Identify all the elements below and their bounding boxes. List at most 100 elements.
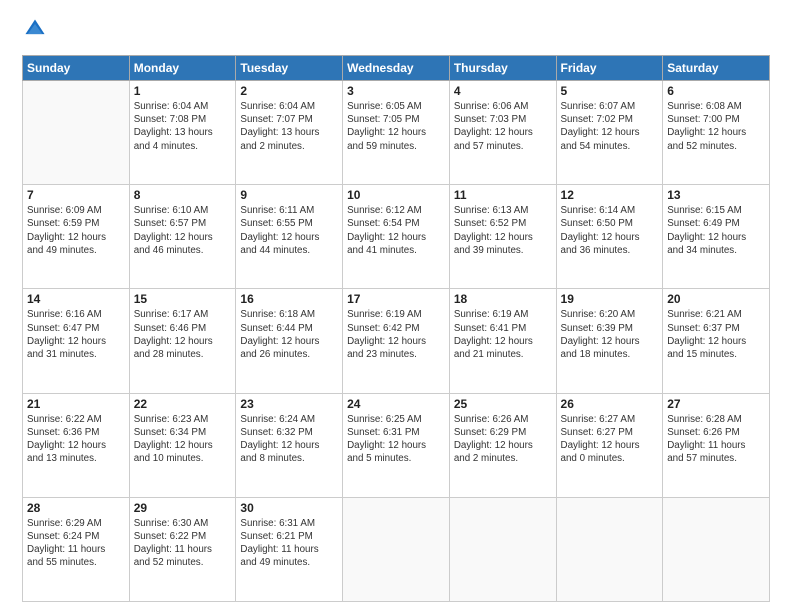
day-info: Sunrise: 6:31 AM Sunset: 6:21 PM Dayligh… bbox=[240, 517, 338, 570]
day-number: 15 bbox=[134, 292, 232, 306]
calendar-header-row: Sunday Monday Tuesday Wednesday Thursday… bbox=[23, 56, 770, 81]
day-number: 3 bbox=[347, 84, 445, 98]
table-cell: 13 Sunrise: 6:15 AM Sunset: 6:49 PM Dayli… bbox=[663, 185, 770, 289]
table-cell: 20 Sunrise: 6:21 AM Sunset: 6:37 PM Dayli… bbox=[663, 289, 770, 393]
day-number: 22 bbox=[134, 397, 232, 411]
table-cell: 25Sunrise: 6:26 AM Sunset: 6:29 PM Dayli… bbox=[449, 393, 556, 497]
table-cell: 11 Sunrise: 6:13 AM Sunset: 6:52 PM Dayli… bbox=[449, 185, 556, 289]
day-number: 6 bbox=[667, 84, 765, 98]
day-info: Sunrise: 6:12 AM Sunset: 6:54 PM Dayligh… bbox=[347, 204, 445, 257]
day-number: 29 bbox=[134, 501, 232, 515]
day-number: 1 bbox=[134, 84, 232, 98]
day-info: Sunrise: 6:20 AM Sunset: 6:39 PM Dayligh… bbox=[561, 308, 659, 361]
day-number: 28 bbox=[27, 501, 125, 515]
day-info: Sunrise: 6:19 AM Sunset: 6:41 PM Dayligh… bbox=[454, 308, 552, 361]
day-number: 23 bbox=[240, 397, 338, 411]
day-number: 9 bbox=[240, 188, 338, 202]
table-cell: 30 Sunrise: 6:31 AM Sunset: 6:21 PM Dayli… bbox=[236, 497, 343, 601]
day-number: 14 bbox=[27, 292, 125, 306]
table-cell: 8 Sunrise: 6:10 AM Sunset: 6:57 PM Daylig… bbox=[129, 185, 236, 289]
day-number: 5 bbox=[561, 84, 659, 98]
table-cell: 6 Sunrise: 6:08 AM Sunset: 7:00 PM Daylig… bbox=[663, 81, 770, 185]
table-cell bbox=[663, 497, 770, 601]
day-info: Sunrise: 6:10 AM Sunset: 6:57 PM Dayligh… bbox=[134, 204, 232, 257]
day-info: Sunrise: 6:28 AM Sunset: 6:26 PM Dayligh… bbox=[667, 413, 765, 466]
table-cell: 12 Sunrise: 6:14 AM Sunset: 6:50 PM Dayli… bbox=[556, 185, 663, 289]
page: Sunday Monday Tuesday Wednesday Thursday… bbox=[0, 0, 792, 612]
day-info: Sunrise: 6:13 AM Sunset: 6:52 PM Dayligh… bbox=[454, 204, 552, 257]
table-cell: 2 Sunrise: 6:04 AM Sunset: 7:07 PM Daylig… bbox=[236, 81, 343, 185]
col-sunday: Sunday bbox=[23, 56, 130, 81]
day-info: Sunrise: 6:17 AM Sunset: 6:46 PM Dayligh… bbox=[134, 308, 232, 361]
day-info: Sunrise: 6:22 AM Sunset: 6:36 PM Dayligh… bbox=[27, 413, 125, 466]
day-info: Sunrise: 6:29 AM Sunset: 6:24 PM Dayligh… bbox=[27, 517, 125, 570]
day-info: Sunrise: 6:07 AM Sunset: 7:02 PM Dayligh… bbox=[561, 100, 659, 153]
day-number: 12 bbox=[561, 188, 659, 202]
day-info: Sunrise: 6:09 AM Sunset: 6:59 PM Dayligh… bbox=[27, 204, 125, 257]
col-saturday: Saturday bbox=[663, 56, 770, 81]
calendar-week-row: 1 Sunrise: 6:04 AM Sunset: 7:08 PM Daylig… bbox=[23, 81, 770, 185]
table-cell: 10 Sunrise: 6:12 AM Sunset: 6:54 PM Dayli… bbox=[343, 185, 450, 289]
day-number: 7 bbox=[27, 188, 125, 202]
day-info: Sunrise: 6:04 AM Sunset: 7:08 PM Dayligh… bbox=[134, 100, 232, 153]
col-friday: Friday bbox=[556, 56, 663, 81]
day-info: Sunrise: 6:18 AM Sunset: 6:44 PM Dayligh… bbox=[240, 308, 338, 361]
table-cell bbox=[23, 81, 130, 185]
table-cell bbox=[343, 497, 450, 601]
day-info: Sunrise: 6:16 AM Sunset: 6:47 PM Dayligh… bbox=[27, 308, 125, 361]
table-cell: 21Sunrise: 6:22 AM Sunset: 6:36 PM Dayli… bbox=[23, 393, 130, 497]
table-cell: 24 Sunrise: 6:25 AM Sunset: 6:31 PM Dayli… bbox=[343, 393, 450, 497]
day-number: 2 bbox=[240, 84, 338, 98]
table-cell bbox=[556, 497, 663, 601]
day-number: 19 bbox=[561, 292, 659, 306]
day-number: 13 bbox=[667, 188, 765, 202]
table-cell: 29Sunrise: 6:30 AM Sunset: 6:22 PM Dayli… bbox=[129, 497, 236, 601]
day-info: Sunrise: 6:24 AM Sunset: 6:32 PM Dayligh… bbox=[240, 413, 338, 466]
table-cell: 3Sunrise: 6:05 AM Sunset: 7:05 PM Daylig… bbox=[343, 81, 450, 185]
day-info: Sunrise: 6:14 AM Sunset: 6:50 PM Dayligh… bbox=[561, 204, 659, 257]
day-info: Sunrise: 6:19 AM Sunset: 6:42 PM Dayligh… bbox=[347, 308, 445, 361]
day-number: 17 bbox=[347, 292, 445, 306]
calendar-week-row: 7 Sunrise: 6:09 AM Sunset: 6:59 PM Daylig… bbox=[23, 185, 770, 289]
day-info: Sunrise: 6:06 AM Sunset: 7:03 PM Dayligh… bbox=[454, 100, 552, 153]
day-info: Sunrise: 6:25 AM Sunset: 6:31 PM Dayligh… bbox=[347, 413, 445, 466]
col-wednesday: Wednesday bbox=[343, 56, 450, 81]
day-info: Sunrise: 6:15 AM Sunset: 6:49 PM Dayligh… bbox=[667, 204, 765, 257]
day-number: 30 bbox=[240, 501, 338, 515]
calendar-table: Sunday Monday Tuesday Wednesday Thursday… bbox=[22, 55, 770, 602]
day-info: Sunrise: 6:26 AM Sunset: 6:29 PM Dayligh… bbox=[454, 413, 552, 466]
day-number: 24 bbox=[347, 397, 445, 411]
table-cell: 4Sunrise: 6:06 AM Sunset: 7:03 PM Daylig… bbox=[449, 81, 556, 185]
table-cell: 18 Sunrise: 6:19 AM Sunset: 6:41 PM Dayli… bbox=[449, 289, 556, 393]
day-number: 8 bbox=[134, 188, 232, 202]
day-info: Sunrise: 6:21 AM Sunset: 6:37 PM Dayligh… bbox=[667, 308, 765, 361]
logo-icon bbox=[24, 18, 46, 40]
day-number: 11 bbox=[454, 188, 552, 202]
col-thursday: Thursday bbox=[449, 56, 556, 81]
table-cell: 27Sunrise: 6:28 AM Sunset: 6:26 PM Dayli… bbox=[663, 393, 770, 497]
day-info: Sunrise: 6:08 AM Sunset: 7:00 PM Dayligh… bbox=[667, 100, 765, 153]
table-cell: 17 Sunrise: 6:19 AM Sunset: 6:42 PM Dayli… bbox=[343, 289, 450, 393]
day-number: 26 bbox=[561, 397, 659, 411]
col-monday: Monday bbox=[129, 56, 236, 81]
table-cell: 16 Sunrise: 6:18 AM Sunset: 6:44 PM Dayli… bbox=[236, 289, 343, 393]
table-cell: 15 Sunrise: 6:17 AM Sunset: 6:46 PM Dayli… bbox=[129, 289, 236, 393]
day-number: 18 bbox=[454, 292, 552, 306]
table-cell: 14 Sunrise: 6:16 AM Sunset: 6:47 PM Dayli… bbox=[23, 289, 130, 393]
calendar-week-row: 21Sunrise: 6:22 AM Sunset: 6:36 PM Dayli… bbox=[23, 393, 770, 497]
calendar-week-row: 28 Sunrise: 6:29 AM Sunset: 6:24 PM Dayli… bbox=[23, 497, 770, 601]
table-cell: 7 Sunrise: 6:09 AM Sunset: 6:59 PM Daylig… bbox=[23, 185, 130, 289]
table-cell bbox=[449, 497, 556, 601]
table-cell: 1 Sunrise: 6:04 AM Sunset: 7:08 PM Daylig… bbox=[129, 81, 236, 185]
day-info: Sunrise: 6:27 AM Sunset: 6:27 PM Dayligh… bbox=[561, 413, 659, 466]
table-cell: 5 Sunrise: 6:07 AM Sunset: 7:02 PM Daylig… bbox=[556, 81, 663, 185]
day-number: 10 bbox=[347, 188, 445, 202]
day-info: Sunrise: 6:23 AM Sunset: 6:34 PM Dayligh… bbox=[134, 413, 232, 466]
day-info: Sunrise: 6:04 AM Sunset: 7:07 PM Dayligh… bbox=[240, 100, 338, 153]
logo bbox=[22, 18, 46, 45]
table-cell: 23 Sunrise: 6:24 AM Sunset: 6:32 PM Dayli… bbox=[236, 393, 343, 497]
col-tuesday: Tuesday bbox=[236, 56, 343, 81]
header bbox=[22, 18, 770, 45]
day-number: 16 bbox=[240, 292, 338, 306]
day-number: 20 bbox=[667, 292, 765, 306]
